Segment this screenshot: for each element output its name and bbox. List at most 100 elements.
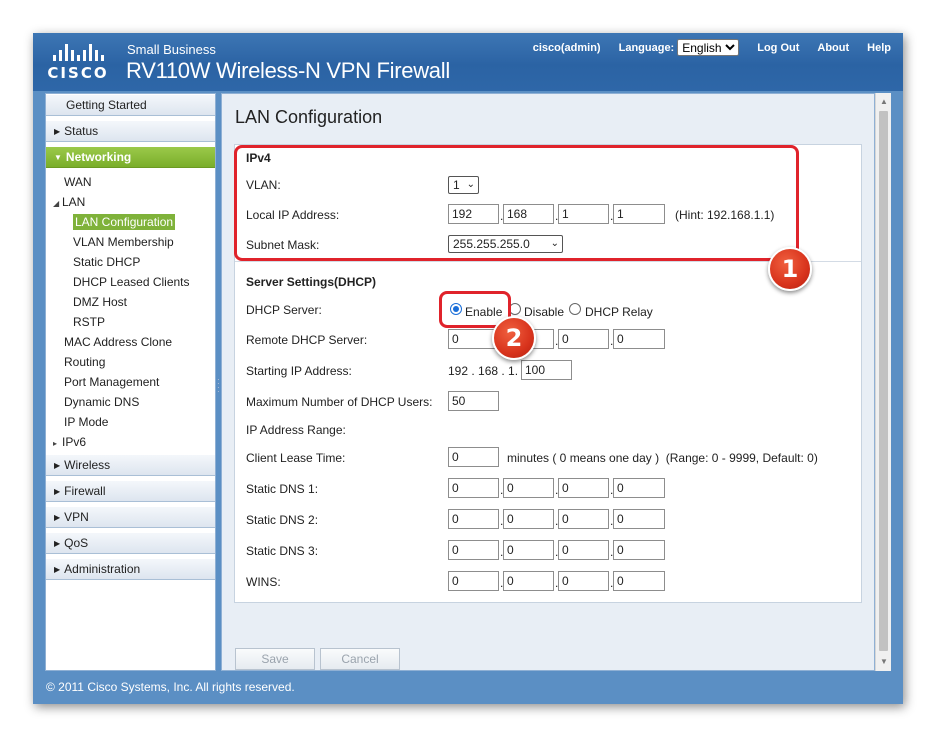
nav-administration[interactable]: ▶ Administration (46, 558, 215, 580)
nav-dhcp-leased-clients[interactable]: DHCP Leased Clients (46, 272, 215, 292)
starting-ip-last-octet[interactable] (521, 360, 572, 380)
client-lease-time-label: Client Lease Time: (246, 451, 346, 465)
nav-mac-address-clone[interactable]: MAC Address Clone (46, 332, 215, 352)
language-select[interactable]: English (677, 39, 740, 56)
collapsed-arrow-icon: ▶ (54, 487, 61, 496)
scroll-down-arrow-icon[interactable]: ▼ (876, 655, 892, 669)
nav-wan[interactable]: WAN (46, 172, 215, 192)
wins-octet-3[interactable] (558, 571, 609, 591)
cisco-logo: CISCO (45, 43, 111, 83)
top-links: cisco(admin) Language: English Log Out A… (515, 39, 891, 56)
nav-port-management[interactable]: Port Management (46, 372, 215, 392)
remote-dhcp-label: Remote DHCP Server: (246, 333, 368, 347)
current-user: cisco(admin) (532, 41, 601, 54)
pane-splitter-handle[interactable]: · · · · (217, 376, 220, 398)
nav-vpn[interactable]: ▶ VPN (46, 506, 215, 528)
header-bar: CISCO Small Business RV110W Wireless-N V… (33, 33, 903, 91)
static-dns-2-octet-2[interactable] (503, 509, 554, 529)
wins-label: WINS: (246, 575, 281, 589)
static-dns-3-label: Static DNS 3: (246, 544, 319, 558)
static-dns-1-octet-1[interactable] (448, 478, 499, 498)
nav-label: Networking (65, 150, 132, 164)
nav-label: Administration (64, 562, 141, 576)
nav-dmz-host[interactable]: DMZ Host (46, 292, 215, 312)
dhcp-section-title: Server Settings(DHCP) (246, 275, 377, 289)
nav-label: Getting Started (66, 98, 147, 112)
nav-lan-configuration[interactable]: LAN Configuration (46, 212, 215, 232)
nav-lan[interactable]: ◢ LAN (46, 192, 215, 212)
collapsed-arrow-icon: ▶ (54, 539, 61, 548)
nav-status[interactable]: ▶ Status (46, 120, 215, 142)
scroll-thumb[interactable] (879, 111, 888, 651)
static-dns-2-octet-1[interactable] (448, 509, 499, 529)
static-dns-1-octet-3[interactable] (558, 478, 609, 498)
max-dhcp-users-input[interactable] (448, 391, 499, 411)
sidebar-nav: Getting Started ▶ Status ▼ Networking WAN … (45, 93, 216, 671)
expanded-triangle-icon: ◢ (53, 199, 60, 208)
static-dns-3-octet-3[interactable] (558, 540, 609, 560)
nav-ipv6[interactable]: ▸ IPv6 (46, 432, 215, 452)
collapsed-arrow-icon: ▶ (54, 461, 61, 470)
networking-submenu: WAN ◢ LAN LAN Configuration VLAN Membersh… (46, 172, 215, 452)
nav-ip-mode[interactable]: IP Mode (46, 412, 215, 432)
annotation-marker-2: 2 (492, 316, 536, 360)
nav-static-dhcp[interactable]: Static DHCP (46, 252, 215, 272)
nav-label: LAN (62, 195, 86, 209)
dhcp-server-label: DHCP Server: (246, 303, 322, 317)
save-button[interactable]: Save (235, 648, 315, 670)
nav-label: IPv6 (62, 435, 87, 449)
nav-rstp[interactable]: RSTP (46, 312, 215, 332)
remote-dhcp-octet-3[interactable] (558, 329, 609, 349)
nav-label: Status (64, 124, 99, 138)
collapsed-arrow-icon: ▶ (54, 127, 61, 136)
remote-dhcp-octet-4[interactable] (613, 329, 665, 349)
nav-label: Firewall (64, 484, 106, 498)
static-dns-3-octet-2[interactable] (503, 540, 554, 560)
brand-subtitle: Small Business (127, 42, 216, 57)
nav-routing[interactable]: Routing (46, 352, 215, 372)
scroll-up-arrow-icon[interactable]: ▲ (876, 95, 892, 109)
wins-octet-4[interactable] (613, 571, 665, 591)
static-dns-1-octet-4[interactable] (613, 478, 665, 498)
nav-firewall[interactable]: ▶ Firewall (46, 480, 215, 502)
expanded-arrow-icon: ▼ (54, 153, 62, 162)
starting-ip-label: Starting IP Address: (246, 364, 352, 378)
copyright-footer: © 2011 Cisco Systems, Inc. All rights re… (46, 680, 295, 694)
nav-label: QoS (64, 536, 89, 550)
nav-dynamic-dns[interactable]: Dynamic DNS (46, 392, 215, 412)
router-admin-window: CISCO Small Business RV110W Wireless-N V… (33, 33, 903, 704)
wins-octet-2[interactable] (503, 571, 554, 591)
annotation-marker-1: 1 (768, 247, 812, 291)
nav-networking[interactable]: ▼ Networking (46, 146, 215, 168)
wins-octet-1[interactable] (448, 571, 499, 591)
vertical-scrollbar[interactable]: ▲ ▼ (875, 93, 891, 671)
logout-link[interactable]: Log Out (757, 42, 799, 54)
static-dns-2-label: Static DNS 2: (246, 513, 319, 527)
dhcp-disable-label: Disable (524, 305, 565, 319)
collapsed-arrow-icon: ▶ (54, 565, 61, 574)
collapsed-arrow-icon: ▶ (54, 513, 61, 522)
static-dns-2-octet-3[interactable] (558, 509, 609, 529)
static-dns-1-octet-2[interactable] (503, 478, 554, 498)
nav-getting-started[interactable]: Getting Started (46, 94, 215, 116)
static-dns-2-octet-4[interactable] (613, 509, 665, 529)
static-dns-3-octet-4[interactable] (613, 540, 665, 560)
help-link[interactable]: Help (867, 42, 891, 54)
nav-wireless[interactable]: ▶ Wireless (46, 454, 215, 476)
page-title: LAN Configuration (235, 107, 383, 127)
cancel-button[interactable]: Cancel (320, 648, 400, 670)
language-label: Language: (618, 41, 675, 54)
static-dns-3-octet-1[interactable] (448, 540, 499, 560)
nav-qos[interactable]: ▶ QoS (46, 532, 215, 554)
annotation-highlight-ipv4 (234, 145, 799, 261)
client-lease-time-input[interactable] (448, 447, 499, 467)
lease-time-note: minutes ( 0 means one day ) (Range: 0 - … (507, 451, 818, 465)
max-dhcp-users-label: Maximum Number of DHCP Users: (246, 395, 433, 409)
nav-label-selected: LAN Configuration (73, 214, 176, 230)
nav-vlan-membership[interactable]: VLAN Membership (46, 232, 215, 252)
dhcp-relay-label: DHCP Relay (585, 305, 653, 319)
dhcp-relay-radio[interactable] (569, 303, 581, 315)
about-link[interactable]: About (817, 42, 849, 54)
nav-label: VPN (64, 510, 89, 524)
static-dns-1-label: Static DNS 1: (246, 482, 319, 496)
